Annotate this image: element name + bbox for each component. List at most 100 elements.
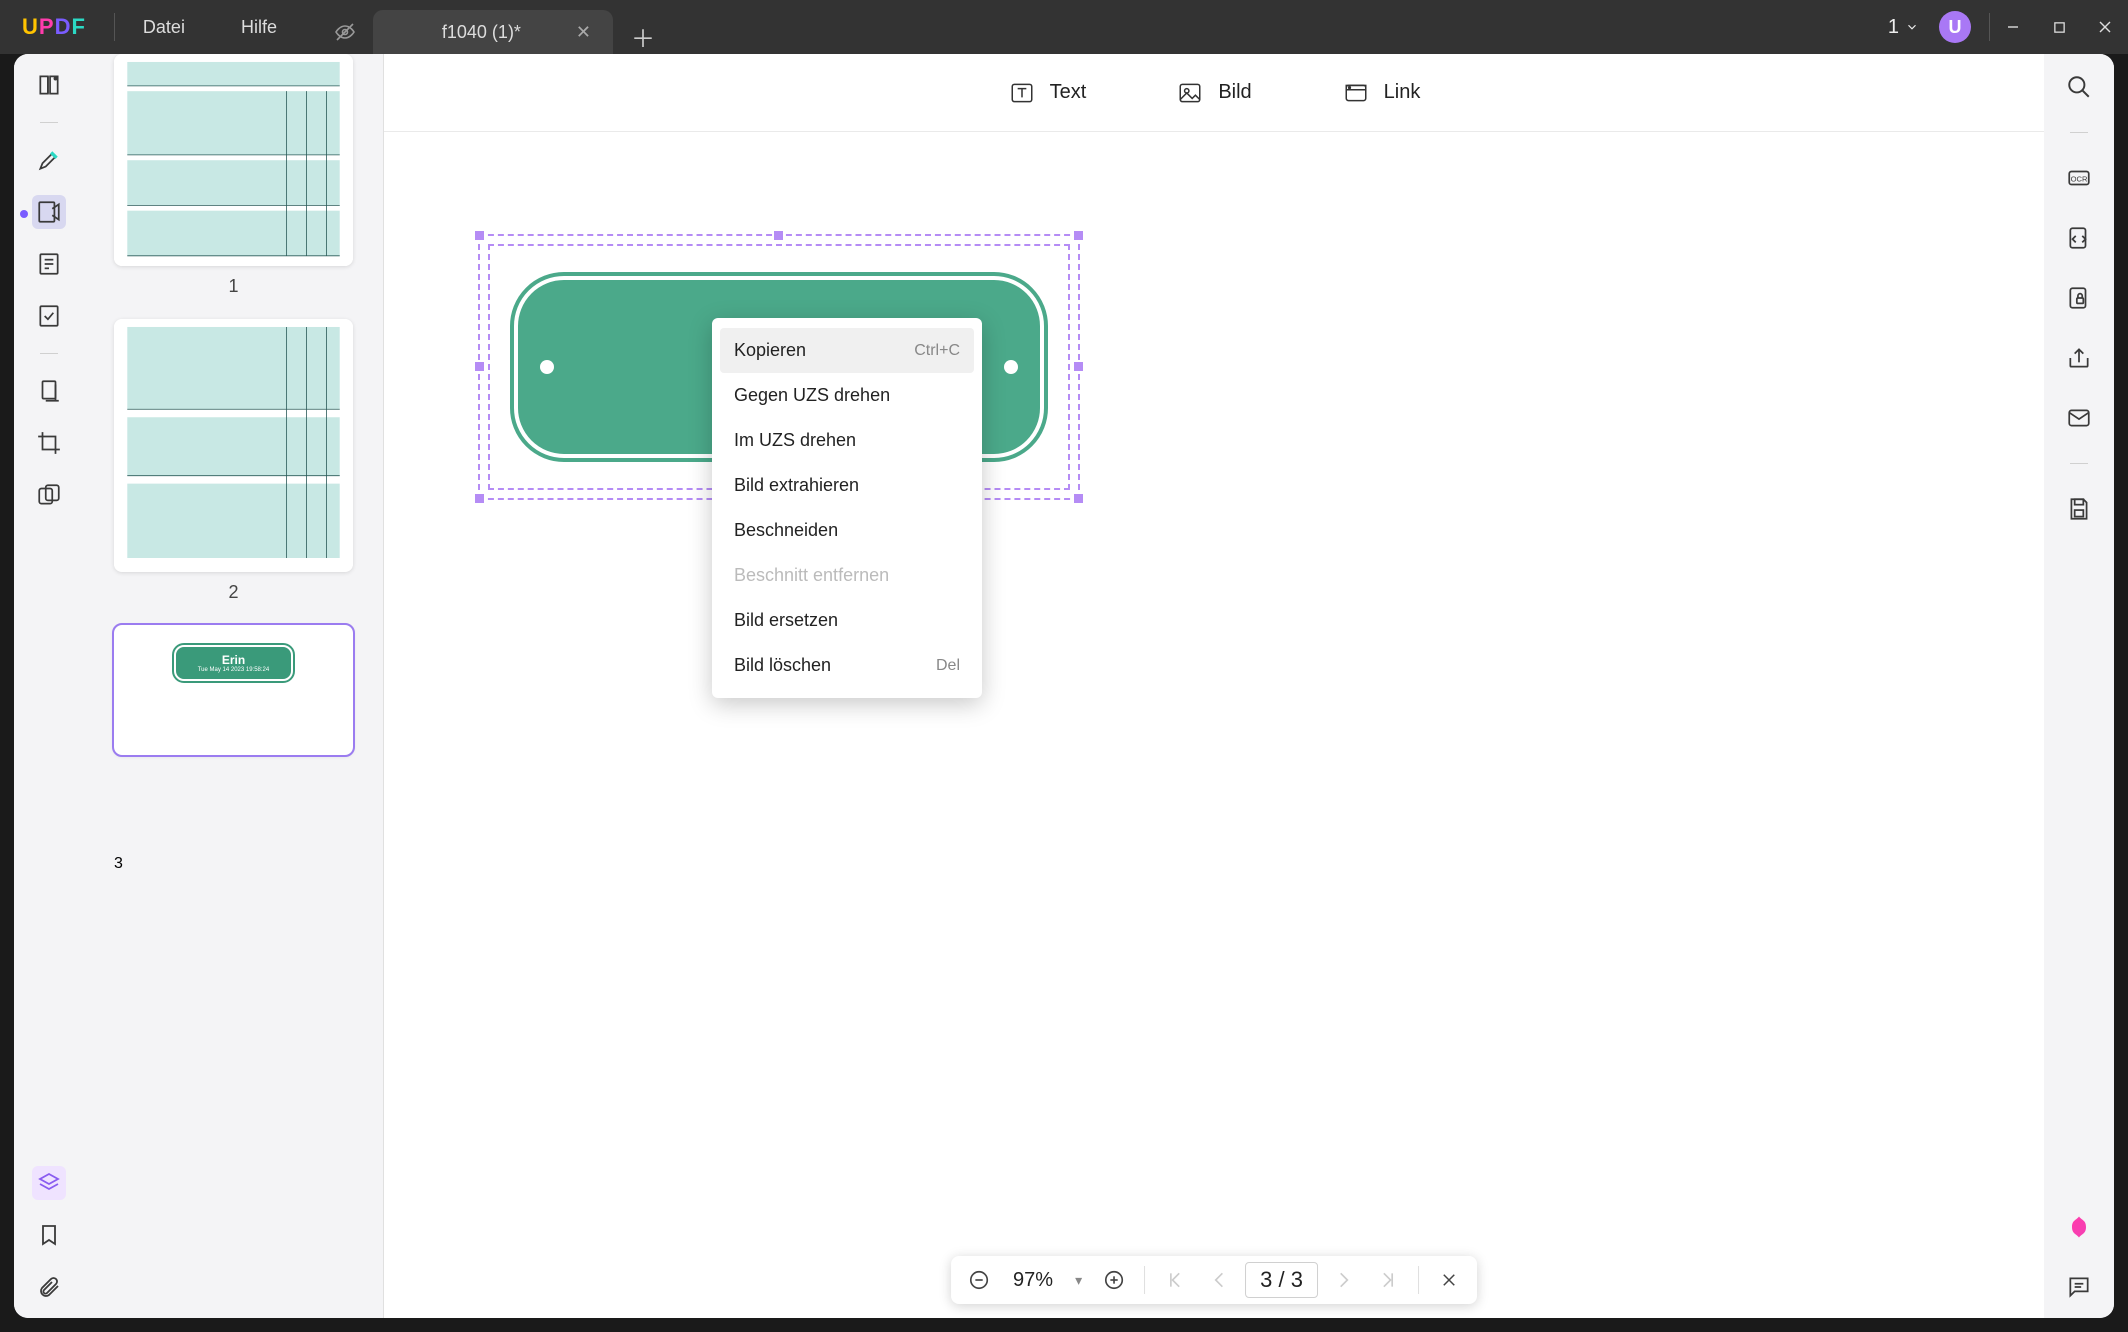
resize-handle[interactable] — [1074, 231, 1083, 240]
link-icon — [1342, 79, 1370, 107]
tabs-zone: f1040 (1)* ✕ ＋ — [323, 0, 655, 54]
thumb-badge-date: Tue May 14 2023 19:58:24 — [176, 667, 291, 673]
compare-tool-icon[interactable] — [32, 478, 66, 512]
ctx-crop[interactable]: Beschneiden — [720, 508, 974, 553]
ctx-label: Gegen UZS drehen — [734, 385, 890, 406]
badge-hole-icon — [540, 360, 554, 374]
zoom-page-bar: 97% ▾ 3 / 3 — [951, 1256, 1477, 1304]
window-count[interactable]: 1 — [1888, 16, 1919, 39]
resize-handle[interactable] — [1074, 362, 1083, 371]
center-editor: Text Bild Link — [384, 54, 2044, 1318]
document-tab[interactable]: f1040 (1)* ✕ — [373, 10, 613, 54]
resize-handle[interactable] — [475, 494, 484, 503]
ocr-icon[interactable]: OCR — [2062, 161, 2096, 195]
rail-separator — [40, 122, 58, 123]
comment-icon[interactable] — [2062, 1270, 2096, 1304]
add-text-button[interactable]: Text — [1008, 79, 1087, 107]
thumbnail-page-1[interactable] — [114, 54, 353, 266]
toolbar-label: Link — [1384, 81, 1421, 104]
minimize-button[interactable] — [1990, 0, 2036, 54]
page-indicator[interactable]: 3 / 3 — [1245, 1262, 1318, 1298]
search-icon[interactable] — [2062, 70, 2096, 104]
ctx-extract-image[interactable]: Bild extrahieren — [720, 463, 974, 508]
zoom-in-button[interactable] — [1096, 1262, 1132, 1298]
app-body: 1 2 Erin Tue May 14 2023 19:58:24 — [14, 54, 2114, 1318]
resize-handle[interactable] — [475, 362, 484, 371]
close-button[interactable] — [2082, 0, 2128, 54]
thumbnail-panel: 1 2 Erin Tue May 14 2023 19:58:24 — [84, 54, 384, 1318]
left-tool-rail — [14, 54, 84, 1318]
next-page-button[interactable] — [1326, 1262, 1362, 1298]
convert-icon[interactable] — [2062, 221, 2096, 255]
zoom-out-button[interactable] — [961, 1262, 997, 1298]
ctx-shortcut: Ctrl+C — [914, 342, 960, 360]
edit-tool-icon[interactable] — [32, 195, 66, 229]
resize-handle[interactable] — [774, 231, 783, 240]
text-icon — [1008, 79, 1036, 107]
page-manage-icon[interactable] — [32, 374, 66, 408]
page-view[interactable]: Tue Ma Kopieren Ctrl+C Gegen UZS drehen — [384, 132, 2044, 1318]
user-avatar[interactable]: U — [1939, 11, 1971, 43]
thumbnail-number: 3 — [114, 855, 353, 873]
share-icon[interactable] — [2062, 341, 2096, 375]
add-image-button[interactable]: Bild — [1176, 79, 1251, 107]
ctx-rotate-ccw[interactable]: Gegen UZS drehen — [720, 373, 974, 418]
canvas[interactable]: Tue Ma Kopieren Ctrl+C Gegen UZS drehen — [384, 132, 2044, 1318]
close-bar-button[interactable] — [1431, 1262, 1467, 1298]
menu-help[interactable]: Hilfe — [213, 17, 305, 38]
highlighter-tool-icon[interactable] — [32, 143, 66, 177]
reader-mode-icon[interactable] — [32, 68, 66, 102]
form-tool-icon[interactable] — [32, 299, 66, 333]
thumbnail-page-3[interactable]: Erin Tue May 14 2023 19:58:24 — [114, 625, 353, 755]
ctx-replace-image[interactable]: Bild ersetzen — [720, 598, 974, 643]
email-icon[interactable] — [2062, 401, 2096, 435]
document-tab-title: f1040 (1)* — [391, 22, 572, 43]
prev-page-button[interactable] — [1201, 1262, 1237, 1298]
zoom-value: 97% — [1005, 1269, 1061, 1292]
window-count-value: 1 — [1888, 16, 1899, 39]
ctx-label: Bild ersetzen — [734, 610, 838, 631]
ctx-label: Bild extrahieren — [734, 475, 859, 496]
resize-handle[interactable] — [475, 231, 484, 240]
zoom-dropdown[interactable]: ▾ — [1069, 1272, 1088, 1289]
tab-close-button[interactable]: ✕ — [572, 22, 595, 43]
image-context-menu: Kopieren Ctrl+C Gegen UZS drehen Im UZS … — [712, 318, 982, 698]
protect-icon[interactable] — [2062, 281, 2096, 315]
menu-file[interactable]: Datei — [115, 17, 213, 38]
crop-tool-icon[interactable] — [32, 426, 66, 460]
toolbar-label: Bild — [1218, 81, 1251, 104]
ctx-rotate-cw[interactable]: Im UZS drehen — [720, 418, 974, 463]
bookmark-icon[interactable] — [32, 1218, 66, 1252]
rail-separator — [40, 353, 58, 354]
thumbnail-number: 2 — [114, 572, 353, 625]
ctx-label: Im UZS drehen — [734, 430, 856, 451]
thumb-badge-name: Erin — [176, 653, 291, 667]
last-page-button[interactable] — [1370, 1262, 1406, 1298]
page-organize-icon[interactable] — [32, 247, 66, 281]
edit-toolbar: Text Bild Link — [384, 54, 2044, 132]
status-dot-icon — [20, 210, 28, 218]
privacy-toggle-icon[interactable] — [323, 10, 367, 54]
layers-icon[interactable] — [32, 1166, 66, 1200]
add-link-button[interactable]: Link — [1342, 79, 1421, 107]
ai-assistant-icon[interactable] — [2062, 1210, 2096, 1244]
titlebar: UPDF Datei Hilfe f1040 (1)* ✕ ＋ 1 U — [0, 0, 2128, 54]
right-tool-rail: OCR — [2044, 54, 2114, 1318]
ctx-delete-image[interactable]: Bild löschen Del — [720, 643, 974, 688]
thumbnail-page-2[interactable] — [114, 319, 353, 571]
app-logo: UPDF — [0, 14, 114, 40]
maximize-button[interactable] — [2036, 0, 2082, 54]
attachment-icon[interactable] — [32, 1270, 66, 1304]
first-page-button[interactable] — [1157, 1262, 1193, 1298]
separator — [1144, 1266, 1145, 1294]
page-sep: / — [1278, 1267, 1284, 1292]
ctx-label: Beschnitt entfernen — [734, 565, 889, 586]
ctx-copy[interactable]: Kopieren Ctrl+C — [720, 328, 974, 373]
new-tab-button[interactable]: ＋ — [631, 19, 655, 54]
resize-handle[interactable] — [1074, 494, 1083, 503]
window-controls — [1990, 0, 2128, 54]
thumbnail-number: 1 — [114, 266, 353, 319]
image-icon — [1176, 79, 1204, 107]
save-icon[interactable] — [2062, 492, 2096, 526]
page-current: 3 — [1260, 1267, 1272, 1292]
